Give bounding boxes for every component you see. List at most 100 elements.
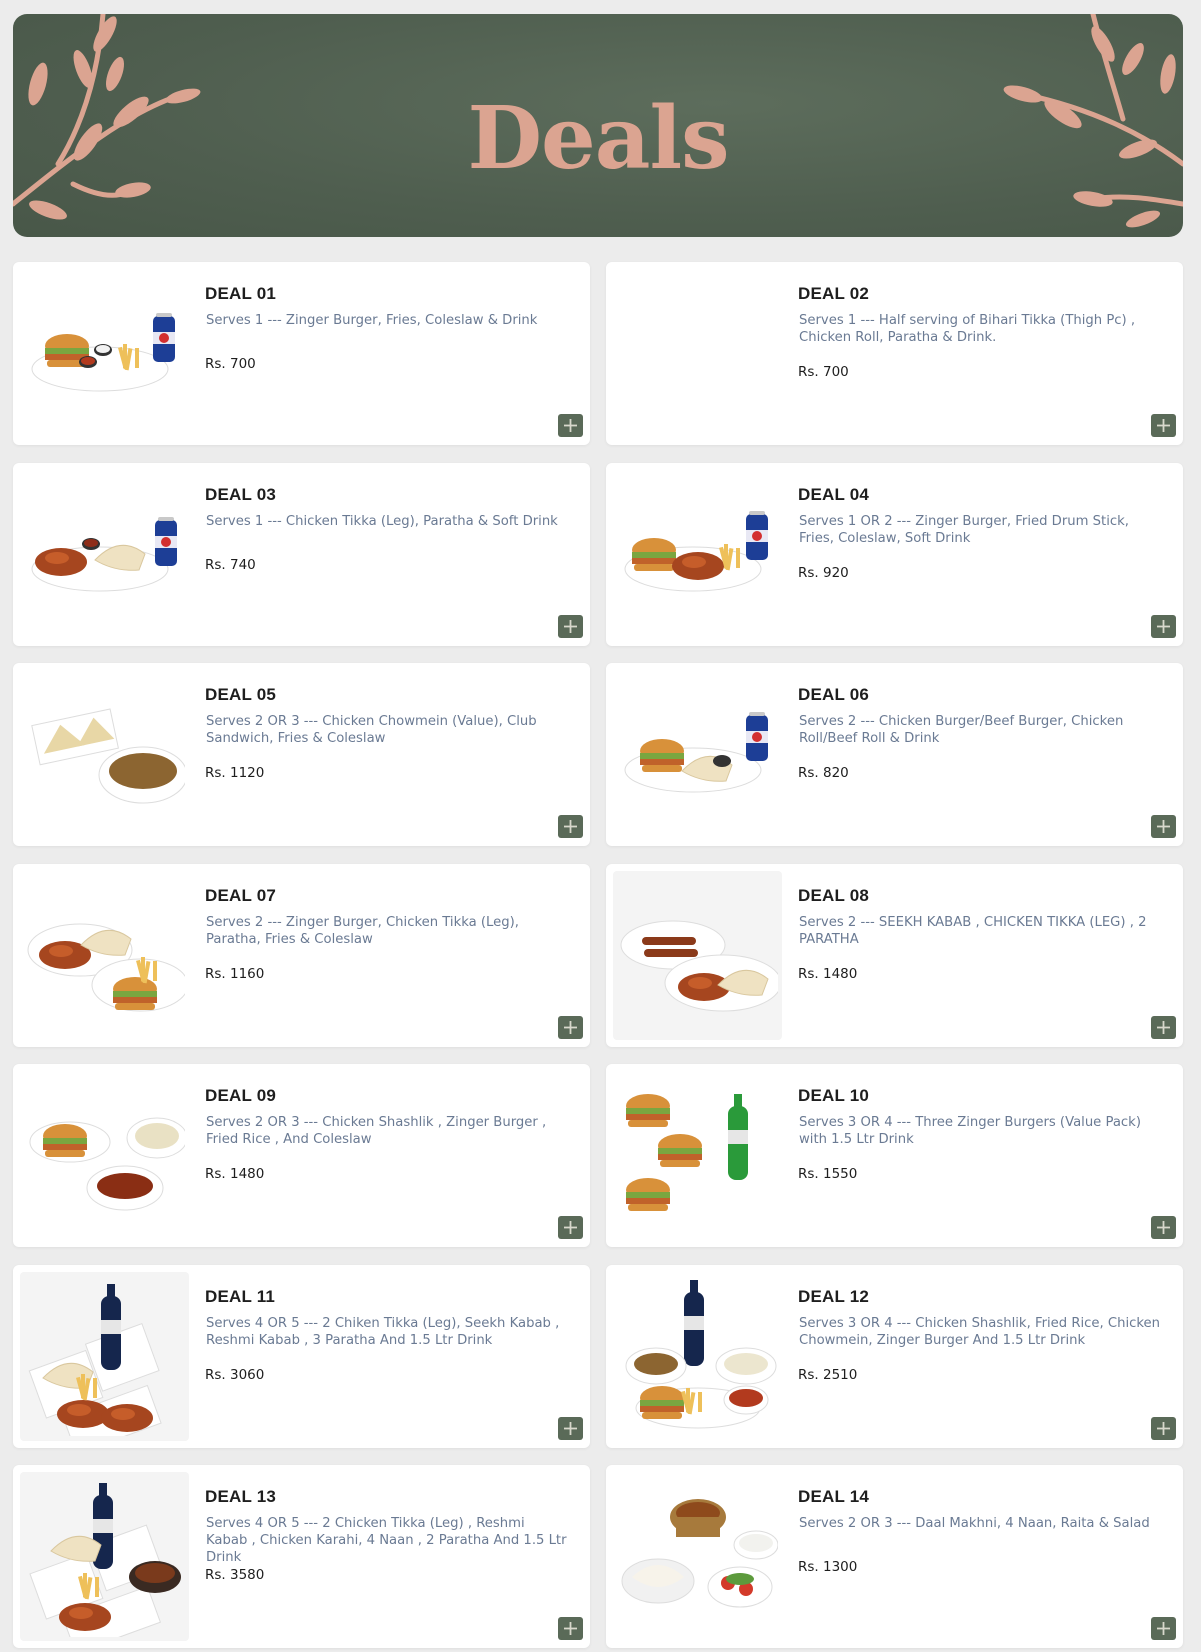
add-to-cart-button[interactable] xyxy=(558,1015,583,1039)
deal-description: Serves 2 --- Zinger Burger, Chicken Tikk… xyxy=(206,914,519,947)
deal-price: Rs. 920 xyxy=(798,564,849,581)
plus-icon xyxy=(564,619,577,633)
deal-image[interactable] xyxy=(20,269,189,438)
deal-price: Rs. 2510 xyxy=(798,1366,858,1383)
deal-image[interactable] xyxy=(20,1271,189,1441)
deal-title: DEAL 09 xyxy=(205,1086,277,1105)
plus-icon xyxy=(564,419,577,432)
deal-title: DEAL 12 xyxy=(798,1286,870,1306)
plus-icon xyxy=(1157,419,1170,432)
deal-image[interactable] xyxy=(613,269,782,438)
deal-title: DEAL 06 xyxy=(798,685,870,704)
deal-title: DEAL 10 xyxy=(798,1086,870,1105)
deal-price: Rs. 820 xyxy=(798,765,849,781)
deal-card[interactable]: DEAL 08 Serves 2 --- SEEKH KABAB , CHICKE… xyxy=(606,863,1183,1047)
deal-title: DEAL 08 xyxy=(798,885,870,905)
deal-price: Rs. 1550 xyxy=(798,1166,858,1182)
deal-description: Serves 3 OR 4 --- Chicken Shashlik, Frie… xyxy=(799,1315,1161,1348)
deal-image[interactable] xyxy=(613,1472,782,1641)
deal-description: Serves 4 OR 5 --- 2 Chiken Tikka (Leg), … xyxy=(206,1315,560,1348)
plus-icon xyxy=(564,820,577,833)
add-to-cart-button[interactable] xyxy=(558,1216,583,1239)
deal-image[interactable] xyxy=(613,470,782,639)
add-to-cart-button[interactable] xyxy=(1151,815,1176,838)
add-to-cart-button[interactable] xyxy=(558,614,583,638)
deal-description: Serves 2 OR 3 --- Chicken Chowmein (Valu… xyxy=(206,714,537,746)
deal-card[interactable]: DEAL 13 Serves 4 OR 5 --- 2 Chicken Tikka… xyxy=(13,1465,590,1648)
plus-icon xyxy=(1157,619,1170,633)
deal-price: Rs. 1300 xyxy=(798,1559,858,1575)
deal-image[interactable] xyxy=(20,1071,189,1240)
add-to-cart-button[interactable] xyxy=(558,1617,583,1640)
deal-description: Serves 1 --- Half serving of Bihari Tikk… xyxy=(799,313,1136,345)
deal-image[interactable] xyxy=(613,870,782,1040)
deal-description: Serves 2 --- SEEKH KABAB , CHICKEN TIKKA… xyxy=(799,914,1147,947)
deal-card[interactable]: DEAL 04 Serves 1 OR 2 --- Zinger Burger, … xyxy=(606,462,1183,646)
deal-title: DEAL 02 xyxy=(798,284,870,303)
add-to-cart-button[interactable] xyxy=(1151,1416,1176,1440)
deal-price: Rs. 1480 xyxy=(205,1166,265,1182)
deal-title: DEAL 05 xyxy=(205,685,277,704)
add-to-cart-button[interactable] xyxy=(1151,1216,1176,1239)
deal-title: DEAL 14 xyxy=(798,1487,870,1506)
deal-card[interactable]: DEAL 06 Serves 2 --- Chicken Burger/Beef … xyxy=(606,663,1183,846)
add-to-cart-button[interactable] xyxy=(1151,1617,1176,1640)
deal-card[interactable]: DEAL 05 Serves 2 OR 3 --- Chicken Chowmei… xyxy=(13,663,590,846)
deal-description: Serves 2 --- Chicken Burger/Beef Burger,… xyxy=(799,714,1124,746)
deal-description: Serves 1 OR 2 --- Zinger Burger, Fried D… xyxy=(799,513,1129,546)
deal-price: Rs. 740 xyxy=(205,556,256,573)
deal-description: Serves 2 OR 3 --- Chicken Shashlik , Zin… xyxy=(206,1115,547,1147)
deals-banner: Deals xyxy=(13,14,1183,237)
plus-icon xyxy=(1157,1421,1170,1435)
deal-title: DEAL 13 xyxy=(205,1487,277,1506)
plus-icon xyxy=(564,1622,577,1635)
deal-title: DEAL 03 xyxy=(205,484,277,504)
deal-description: Serves 2 OR 3 --- Daal Makhni, 4 Naan, R… xyxy=(799,1516,1150,1531)
deal-description: Serves 4 OR 5 --- 2 Chicken Tikka (Leg) … xyxy=(206,1516,567,1565)
deal-image[interactable] xyxy=(613,1071,782,1240)
deal-card[interactable]: DEAL 11 Serves 4 OR 5 --- 2 Chiken Tikka … xyxy=(13,1264,590,1448)
deal-card[interactable]: DEAL 03 Serves 1 --- Chicken Tikka (Leg),… xyxy=(13,462,590,646)
deal-title: DEAL 01 xyxy=(205,284,277,303)
deal-price: Rs. 1480 xyxy=(798,965,858,982)
deal-card[interactable]: DEAL 01 Serves 1 --- Zinger Burger, Fries… xyxy=(13,262,590,445)
deal-card[interactable]: DEAL 14 Serves 2 OR 3 --- Daal Makhni, 4 … xyxy=(606,1465,1183,1648)
leaf-branch-right-icon xyxy=(1003,14,1183,228)
add-to-cart-button[interactable] xyxy=(1151,414,1176,437)
deal-description: Serves 3 OR 4 --- Three Zinger Burgers (… xyxy=(799,1115,1141,1147)
deal-title: DEAL 07 xyxy=(205,885,277,905)
deal-description: Serves 1 --- Chicken Tikka (Leg), Parath… xyxy=(206,513,558,529)
deal-price: Rs. 700 xyxy=(205,356,256,372)
deal-image[interactable] xyxy=(20,871,189,1040)
deal-title: DEAL 11 xyxy=(205,1286,276,1306)
deal-image[interactable] xyxy=(20,470,189,639)
deal-card[interactable]: DEAL 02 Serves 1 --- Half serving of Biha… xyxy=(606,262,1183,445)
deal-description: Serves 1 --- Zinger Burger, Fries, Coles… xyxy=(206,313,538,328)
deal-card[interactable]: DEAL 12 Serves 3 OR 4 --- Chicken Shashli… xyxy=(606,1264,1183,1448)
add-to-cart-button[interactable] xyxy=(558,414,583,437)
deal-price: Rs. 1160 xyxy=(205,965,265,982)
deal-image[interactable] xyxy=(20,670,189,839)
deal-price: Rs. 3060 xyxy=(205,1366,265,1383)
deal-title: DEAL 04 xyxy=(798,484,870,504)
plus-icon xyxy=(1157,1020,1170,1034)
deal-card[interactable]: DEAL 10 Serves 3 OR 4 --- Three Zinger Bu… xyxy=(606,1064,1183,1247)
add-to-cart-button[interactable] xyxy=(1151,614,1176,638)
plus-icon xyxy=(564,1020,577,1034)
deal-card[interactable]: DEAL 09 Serves 2 OR 3 --- Chicken Shashli… xyxy=(13,1064,590,1247)
plus-icon xyxy=(1157,1221,1170,1234)
deal-image[interactable] xyxy=(20,1472,189,1641)
add-to-cart-button[interactable] xyxy=(558,1416,583,1440)
deal-price: Rs. 1120 xyxy=(205,765,265,781)
deal-price: Rs. 3580 xyxy=(205,1567,265,1583)
plus-icon xyxy=(1157,1622,1170,1635)
plus-icon xyxy=(564,1421,577,1435)
deal-image[interactable] xyxy=(613,670,782,839)
deal-card[interactable]: DEAL 07 Serves 2 --- Zinger Burger, Chick… xyxy=(13,863,590,1047)
add-to-cart-button[interactable] xyxy=(1151,1015,1176,1039)
add-to-cart-button[interactable] xyxy=(558,815,583,838)
deal-image[interactable] xyxy=(613,1272,782,1441)
deal-price: Rs. 700 xyxy=(798,364,849,380)
plus-icon xyxy=(1157,820,1170,833)
plus-icon xyxy=(564,1221,577,1234)
